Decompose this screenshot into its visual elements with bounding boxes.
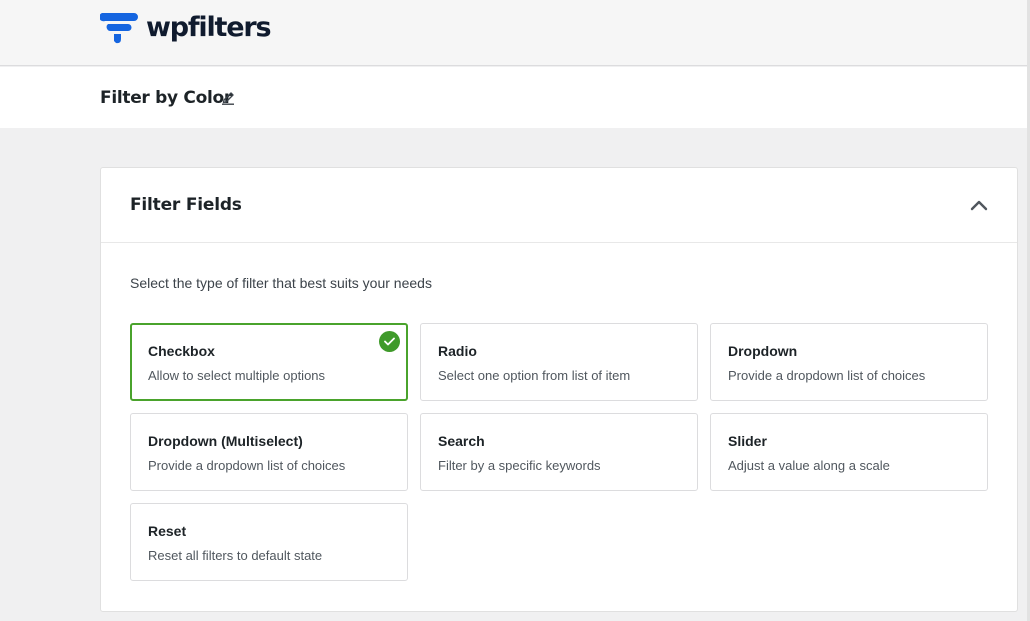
card-description: Select one option from list of item <box>438 368 631 383</box>
card-description: Provide a dropdown list of choices <box>148 458 346 473</box>
page-title: Filter by Color <box>100 88 232 108</box>
filter-fields-panel: Filter Fields Select the type of filter … <box>100 167 1018 612</box>
pencil-icon[interactable] <box>220 89 236 105</box>
checkmark-icon <box>379 331 400 352</box>
wpfilters-logo[interactable]: wpfilters <box>100 9 272 45</box>
card-title: Search <box>438 433 485 449</box>
filter-type-reset-card[interactable]: Reset Reset all filters to default state <box>130 503 408 581</box>
filter-type-search-card[interactable]: Search Filter by a specific keywords <box>420 413 698 491</box>
filter-type-dropdown-card[interactable]: Dropdown Provide a dropdown list of choi… <box>710 323 988 401</box>
card-title: Reset <box>148 523 187 539</box>
card-title: Slider <box>728 433 767 449</box>
card-description: Allow to select multiple options <box>148 368 326 383</box>
panel-title: Filter Fields <box>130 195 242 215</box>
panel-header[interactable]: Filter Fields <box>101 168 1017 243</box>
card-title: Dropdown (Multiselect) <box>148 433 303 449</box>
filter-type-radio-card[interactable]: Radio Select one option from list of ite… <box>420 323 698 401</box>
top-bar: wpfilters <box>0 0 1030 66</box>
card-title: Checkbox <box>148 343 215 359</box>
logo-mark-icon <box>100 13 138 44</box>
filter-type-slider-card[interactable]: Slider Adjust a value along a scale <box>710 413 988 491</box>
card-title: Dropdown <box>728 343 798 359</box>
filter-type-dropdown-multiselect-card[interactable]: Dropdown (Multiselect) Provide a dropdow… <box>130 413 408 491</box>
card-description: Provide a dropdown list of choices <box>728 368 926 383</box>
panel-intro-text: Select the type of filter that best suit… <box>130 275 432 291</box>
logo-text: wpfilters <box>146 11 272 43</box>
card-title: Radio <box>438 343 477 359</box>
card-description: Reset all filters to default state <box>148 548 323 563</box>
chevron-up-icon[interactable] <box>970 199 988 211</box>
card-description: Filter by a specific keywords <box>438 458 601 473</box>
filter-type-checkbox-card[interactable]: Checkbox Allow to select multiple option… <box>130 323 408 401</box>
card-description: Adjust a value along a scale <box>728 458 890 473</box>
